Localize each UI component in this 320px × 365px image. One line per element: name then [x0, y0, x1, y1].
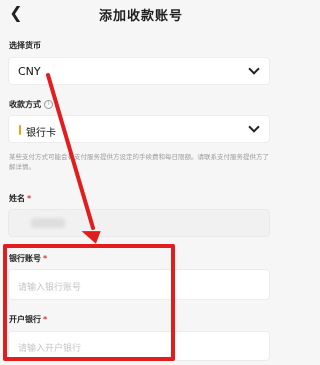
annotation-arrow: [46, 73, 101, 244]
